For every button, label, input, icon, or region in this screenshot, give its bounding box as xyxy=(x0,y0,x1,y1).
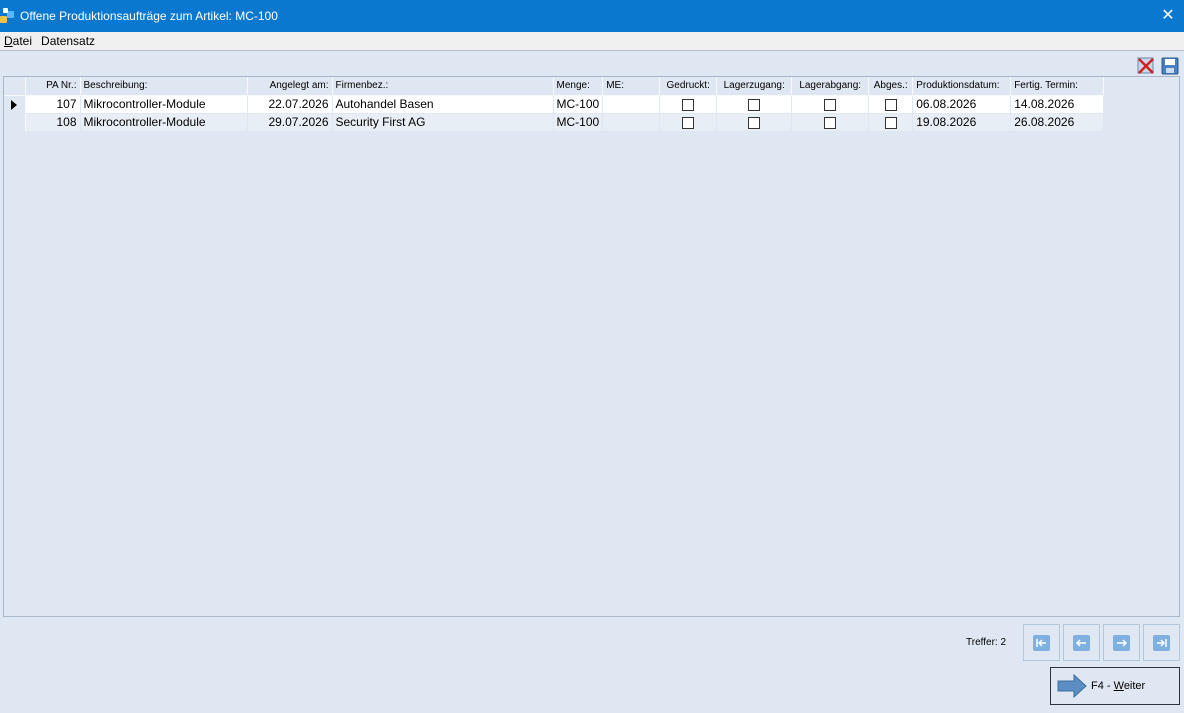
cell-pa-nr[interactable]: 108 xyxy=(25,113,81,132)
cell-produktionsdatum[interactable]: 06.08.2026 xyxy=(912,95,1012,114)
cell-menge[interactable]: MC-100 xyxy=(553,113,604,132)
cell-menge[interactable]: MC-100 xyxy=(553,95,604,114)
menu-datensatz[interactable]: Datensatz xyxy=(37,34,100,48)
col-produktionsdatum[interactable]: Produktionsdatum: xyxy=(912,77,1012,96)
orders-grid: PA Nr.: Beschreibung: Angelegt am: Firme… xyxy=(3,76,1180,617)
col-fertig-termin[interactable]: Fertig. Termin: xyxy=(1010,77,1105,96)
save-disk-icon[interactable] xyxy=(1160,56,1180,75)
col-firmenbez[interactable]: Firmenbez.: xyxy=(332,77,554,96)
first-record-icon xyxy=(1033,634,1050,651)
col-abges[interactable]: Abges.: xyxy=(868,77,914,96)
lagerabgang-checkbox[interactable] xyxy=(824,116,837,129)
table-row[interactable]: 108 Mikrocontroller-Module 29.07.2026 Se… xyxy=(4,113,1105,132)
cell-fertig-termin[interactable]: 14.08.2026 xyxy=(1010,95,1105,114)
cell-abges[interactable] xyxy=(868,95,914,114)
prev-record-icon xyxy=(1073,634,1090,651)
col-lagerzugang[interactable]: Lagerzugang: xyxy=(716,77,793,96)
cell-pa-nr[interactable]: 107 xyxy=(25,95,81,114)
cell-angelegt[interactable]: 22.07.2026 xyxy=(247,95,333,114)
current-row-arrow-icon xyxy=(11,99,17,110)
orders-table: PA Nr.: Beschreibung: Angelegt am: Firme… xyxy=(4,77,1105,132)
next-record-icon xyxy=(1113,634,1130,651)
gedruckt-checkbox[interactable] xyxy=(682,116,695,129)
first-record-button[interactable] xyxy=(1023,624,1060,661)
cell-lagerabgang[interactable] xyxy=(791,113,870,132)
title-bar: Offene Produktionsaufträge zum Artikel: … xyxy=(0,0,1184,32)
cell-produktionsdatum[interactable]: 19.08.2026 xyxy=(912,113,1012,132)
col-pa-nr[interactable]: PA Nr.: xyxy=(25,77,81,96)
cell-lagerzugang[interactable] xyxy=(716,113,793,132)
cell-abges[interactable] xyxy=(868,113,914,132)
col-gedruckt[interactable]: Gedruckt: xyxy=(659,77,718,96)
row-selector[interactable] xyxy=(4,95,26,114)
cell-beschreibung[interactable]: Mikrocontroller-Module xyxy=(80,95,248,114)
lagerabgang-checkbox[interactable] xyxy=(824,98,837,111)
table-row[interactable]: 107 Mikrocontroller-Module 22.07.2026 Au… xyxy=(4,95,1105,114)
col-angelegt[interactable]: Angelegt am: xyxy=(247,77,333,96)
weiter-label: F4 - Weiter xyxy=(1091,680,1146,692)
cell-firmenbez[interactable]: Autohandel Basen xyxy=(332,95,554,114)
last-record-button[interactable] xyxy=(1143,624,1180,661)
cell-lagerabgang[interactable] xyxy=(791,95,870,114)
cell-me[interactable] xyxy=(602,95,661,114)
cell-gedruckt[interactable] xyxy=(659,95,718,114)
col-me[interactable]: ME: xyxy=(602,77,661,96)
last-record-icon xyxy=(1153,634,1170,651)
menu-bar: Datei Datensatz xyxy=(0,32,1184,51)
weiter-button[interactable]: F4 - Weiter xyxy=(1050,667,1180,705)
lagerzugang-checkbox[interactable] xyxy=(748,116,761,129)
table-header-row: PA Nr.: Beschreibung: Angelegt am: Firme… xyxy=(4,77,1105,96)
delete-record-icon[interactable] xyxy=(1136,56,1156,75)
col-lagerabgang[interactable]: Lagerabgang: xyxy=(791,77,870,96)
col-menge[interactable]: Menge: xyxy=(553,77,604,96)
menu-datei[interactable]: Datei xyxy=(0,34,37,48)
cell-me[interactable] xyxy=(602,113,661,132)
toolbar xyxy=(1136,56,1180,75)
next-record-button[interactable] xyxy=(1103,624,1140,661)
prev-record-button[interactable] xyxy=(1063,624,1100,661)
cell-fertig-termin[interactable]: 26.08.2026 xyxy=(1010,113,1105,132)
gedruckt-checkbox[interactable] xyxy=(682,98,695,111)
forward-arrow-icon xyxy=(1057,673,1087,699)
cell-gedruckt[interactable] xyxy=(659,113,718,132)
cell-firmenbez[interactable]: Security First AG xyxy=(332,113,554,132)
abges-checkbox[interactable] xyxy=(884,116,897,129)
row-selector-header xyxy=(4,77,26,96)
close-icon[interactable]: ✕ xyxy=(1158,6,1178,26)
abges-checkbox[interactable] xyxy=(884,98,897,111)
lagerzugang-checkbox[interactable] xyxy=(748,98,761,111)
cell-lagerzugang[interactable] xyxy=(716,95,793,114)
col-beschreibung[interactable]: Beschreibung: xyxy=(80,77,248,96)
app-icon xyxy=(0,8,16,24)
cell-beschreibung[interactable]: Mikrocontroller-Module xyxy=(80,113,248,132)
window-title: Offene Produktionsaufträge zum Artikel: … xyxy=(20,9,278,23)
cell-angelegt[interactable]: 29.07.2026 xyxy=(247,113,333,132)
hit-count: Treffer: 2 xyxy=(966,637,1007,648)
row-selector[interactable] xyxy=(4,113,26,132)
